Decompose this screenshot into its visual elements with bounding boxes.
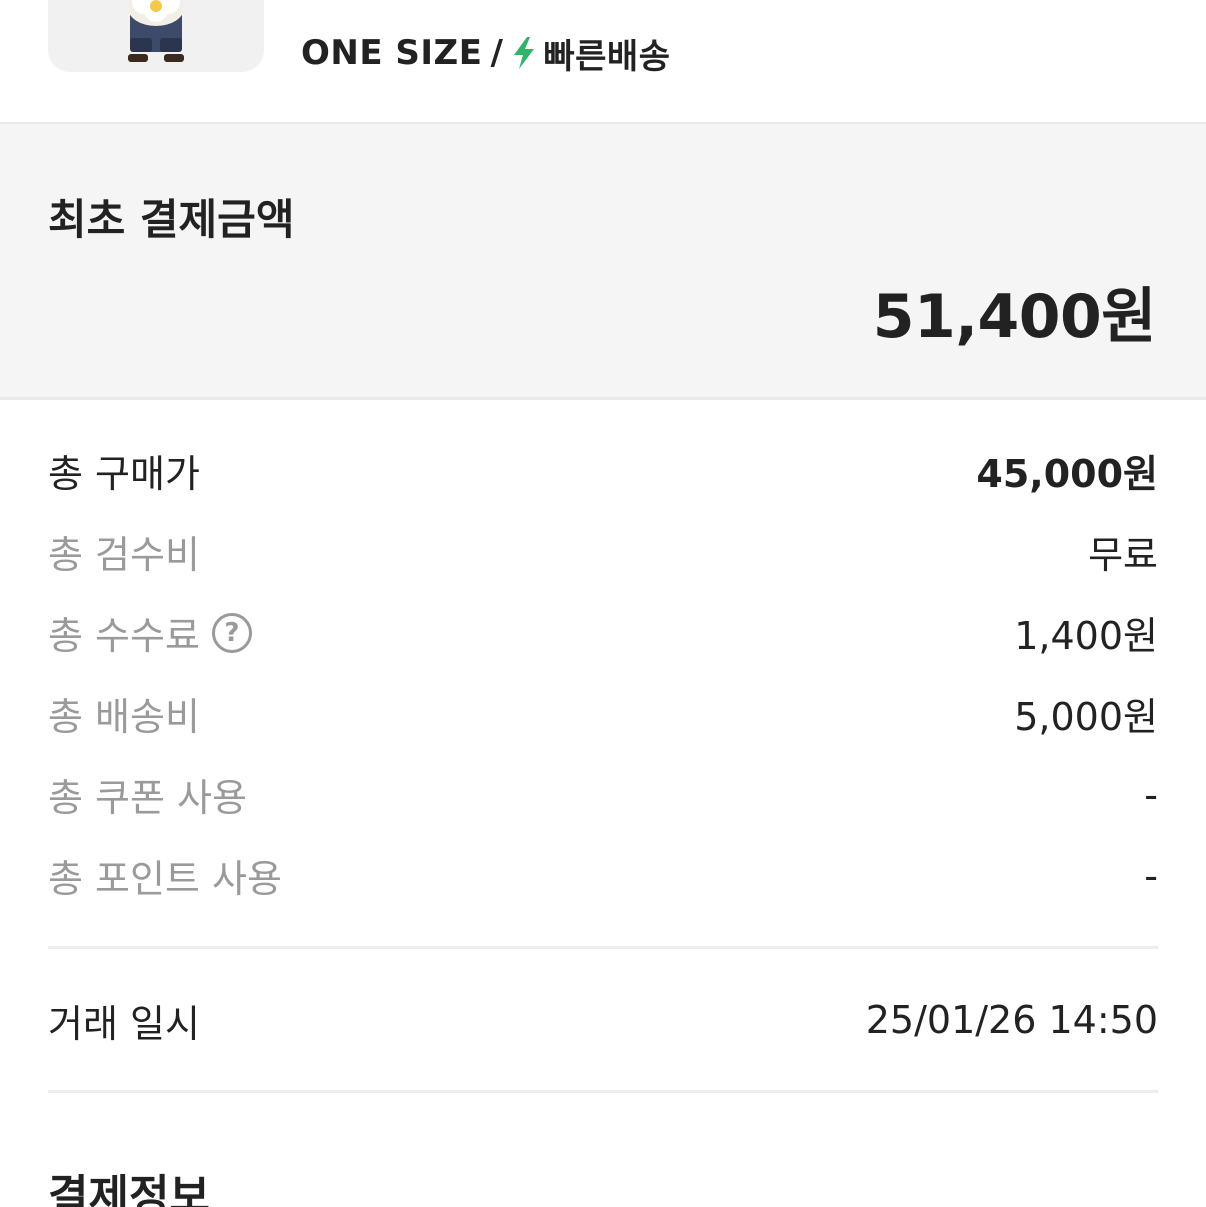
breakdown-row-commission: 총 수수료 ? 1,400원 [48, 592, 1158, 673]
order-detail-page: ONE SIZE / 빠른배송 최초 결제금액 51,400원 총 구매가 45… [0, 0, 1206, 1207]
breakdown-value: 5,000원 [1014, 695, 1158, 739]
breakdown-label: 총 구매가 [48, 452, 200, 496]
breakdown-value: - [1144, 853, 1158, 898]
fast-delivery-label: 빠른배송 [543, 36, 671, 77]
transaction-label: 거래 일시 [48, 1001, 200, 1046]
breakdown-value: 1,400원 [1014, 614, 1158, 658]
initial-payment-section: 최초 결제금액 51,400원 [0, 122, 1206, 400]
breakdown-row-inspection-fee: 총 검수비 무료 [48, 511, 1158, 592]
product-image [128, 0, 184, 62]
breakdown-row-total-price: 총 구매가 45,000원 [48, 430, 1158, 511]
transaction-value: 25/01/26 14:50 [865, 998, 1158, 1042]
divider [48, 946, 1158, 949]
breakdown-label: 총 포인트 사용 [48, 857, 282, 901]
lightning-bolt-icon [514, 37, 535, 69]
product-thumbnail[interactable] [48, 0, 264, 72]
option-size: ONE SIZE [301, 33, 483, 73]
initial-payment-label: 최초 결제금액 [48, 195, 295, 244]
breakdown-label-wrap: 총 수수료 ? [48, 605, 252, 660]
breakdown-value: 45,000원 [976, 452, 1158, 496]
breakdown-label: 총 수수료 [48, 614, 200, 658]
breakdown-row-points: 총 포인트 사용 - [48, 835, 1158, 916]
question-circle-icon[interactable]: ? [211, 612, 252, 653]
breakdown-row-coupon: 총 쿠폰 사용 - [48, 754, 1158, 835]
breakdown-row-shipping-fee: 총 배송비 5,000원 [48, 673, 1158, 754]
initial-payment-amount: 51,400원 [872, 282, 1157, 352]
option-separator: / [490, 33, 504, 73]
breakdown-value: 무료 [1088, 533, 1158, 577]
product-summary[interactable]: ONE SIZE / 빠른배송 [0, 0, 1206, 122]
price-breakdown: 총 구매가 45,000원 총 검수비 무료 총 수수료 ? 1,400원 총 … [48, 430, 1158, 916]
breakdown-value: - [1144, 772, 1158, 817]
breakdown-label: 총 쿠폰 사용 [48, 776, 247, 820]
transaction-datetime-row: 거래 일시 25/01/26 14:50 [48, 990, 1158, 1050]
divider [48, 1090, 1158, 1093]
payment-info-title: 결제정보 [48, 1171, 210, 1207]
breakdown-label: 총 배송비 [48, 695, 200, 739]
product-option: ONE SIZE / 빠른배송 [301, 30, 671, 77]
breakdown-label: 총 검수비 [48, 533, 200, 577]
